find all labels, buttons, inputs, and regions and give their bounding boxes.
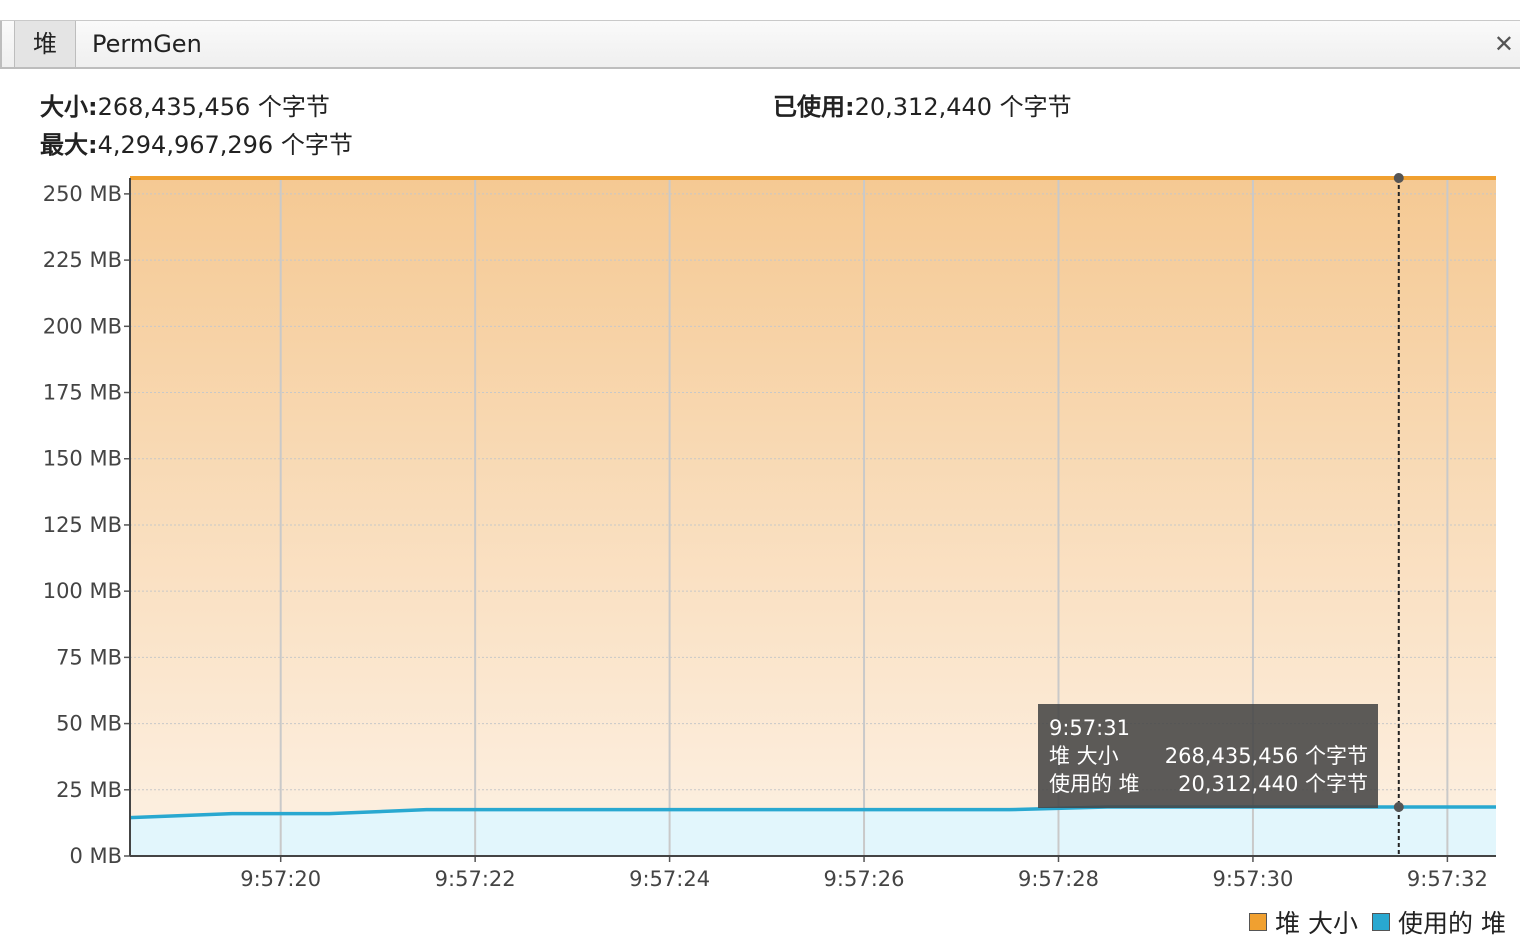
tooltip-used-label: 使用的 堆 [1049, 772, 1140, 796]
heap-size-label: 大小: [40, 93, 98, 121]
y-tick-label: 75 MB [56, 645, 122, 669]
chart-legend: 堆 大小 使用的 堆 [1235, 904, 1506, 940]
y-tick-label: 125 MB [43, 513, 122, 537]
legend-label-used-heap: 使用的 堆 [1398, 909, 1506, 938]
x-tick-label: 9:57:22 [435, 867, 516, 891]
y-tick-label: 50 MB [56, 712, 122, 736]
heap-max-label: 最大: [40, 131, 98, 159]
y-tick-label: 100 MB [43, 579, 122, 603]
y-tick-label: 175 MB [43, 381, 122, 405]
x-tick-label: 9:57:20 [240, 867, 321, 891]
heap-size-stat: 大小:268,435,456 个字节 [40, 88, 330, 126]
tooltip-row-size: 堆 大小 268,435,456 个字节 [1049, 742, 1368, 770]
heap-max-stat: 最大:4,294,967,296 个字节 [40, 126, 353, 164]
cursor-marker-used-heap [1393, 802, 1404, 813]
legend-item-heap-size[interactable]: 堆 大小 [1249, 904, 1358, 940]
tab-bar: 堆 PermGen ✕ [0, 20, 1520, 69]
tooltip-size-label: 堆 大小 [1049, 744, 1119, 768]
y-tick-label: 25 MB [56, 778, 122, 802]
tooltip-row-used: 使用的 堆 20,312,440 个字节 [1049, 770, 1368, 798]
y-tick-label: 150 MB [43, 447, 122, 471]
heap-used-label: 已使用: [773, 93, 855, 121]
y-tick-label: 225 MB [43, 248, 122, 272]
heap-size-value: 268,435,456 个字节 [97, 93, 330, 121]
legend-swatch-heap-size [1249, 913, 1268, 931]
y-tick-label: 200 MB [43, 314, 122, 338]
legend-item-used-heap[interactable]: 使用的 堆 [1372, 904, 1506, 940]
heap-max-value: 4,294,967,296 个字节 [97, 131, 353, 159]
legend-label-heap-size: 堆 大小 [1275, 909, 1359, 938]
x-tick-label: 9:57:26 [824, 867, 905, 891]
tab-permgen[interactable]: PermGen [92, 21, 202, 67]
x-tick-label: 9:57:28 [1018, 867, 1099, 891]
legend-swatch-used-heap [1372, 913, 1391, 931]
heap-used-value: 20,312,440 个字节 [854, 93, 1072, 121]
x-tick-label: 9:57:32 [1407, 867, 1488, 891]
y-tick-label: 0 MB [69, 844, 122, 868]
close-icon[interactable]: ✕ [1494, 21, 1514, 67]
x-tick-label: 9:57:24 [629, 867, 710, 891]
heap-used-stat: 已使用:20,312,440 个字节 [773, 88, 1072, 126]
tab-bar-edge [0, 21, 2, 67]
tooltip-time: 9:57:31 [1049, 716, 1130, 740]
tooltip-size-value: 268,435,456 个字节 [1164, 744, 1368, 768]
chart-tooltip: 9:57:31 堆 大小 268,435,456 个字节 使用的 堆 20,312,… [1038, 704, 1378, 808]
x-tick-label: 9:57:30 [1212, 867, 1293, 891]
cursor-marker-heap-size [1393, 173, 1404, 183]
y-tick-label: 250 MB [43, 182, 122, 206]
tooltip-used-value: 20,312,440 个字节 [1178, 772, 1368, 796]
tab-heap[interactable]: 堆 [14, 21, 76, 67]
